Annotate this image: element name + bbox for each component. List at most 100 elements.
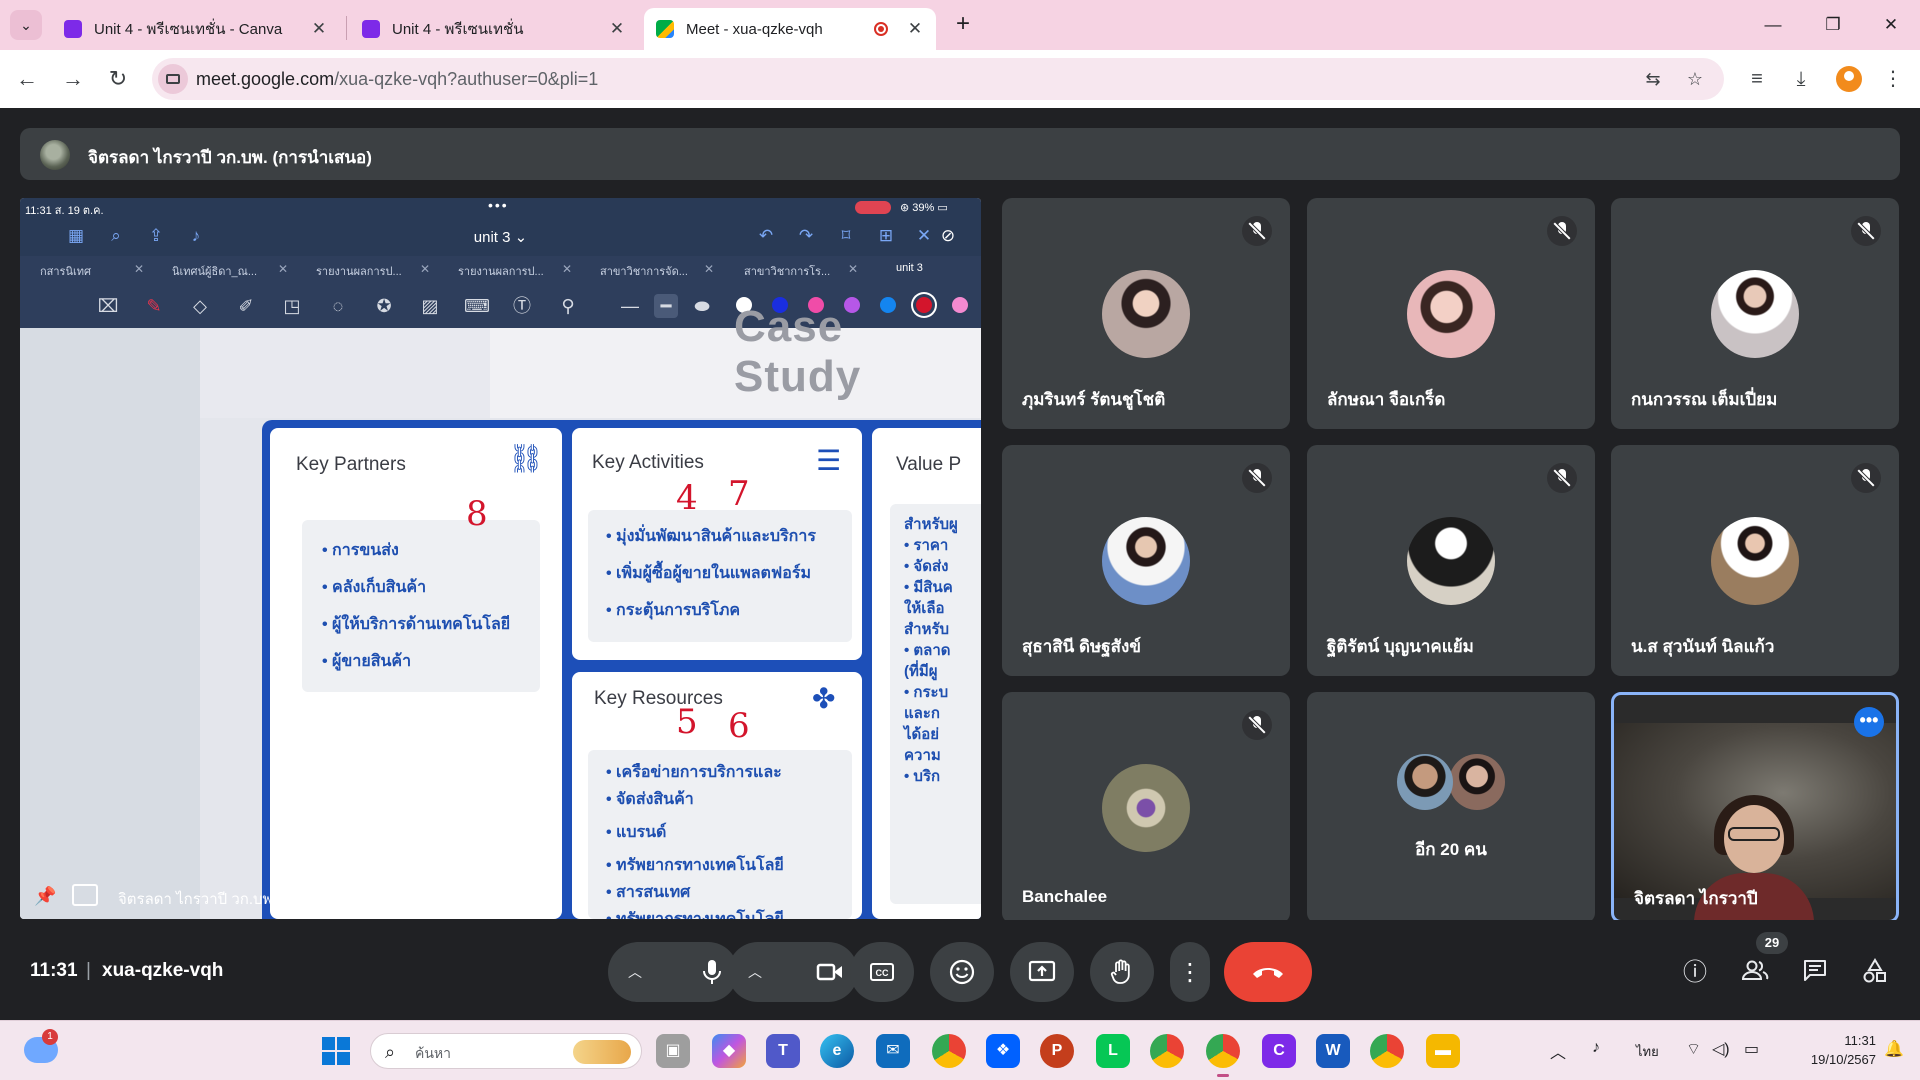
chrome-icon[interactable] [1370,1034,1404,1068]
wifi-icon[interactable]: ⌔ [1686,1039,1701,1059]
download-icon[interactable]: ⤓ [1788,66,1814,92]
chevron-up-icon[interactable]: ︿ [748,962,762,982]
puzzle-icon: ✤ [812,683,836,714]
participant-tile[interactable]: ภุมรินทร์ รัตนชูโชติ [1002,198,1290,429]
raise-hand-button[interactable] [1090,942,1154,1002]
minimize-icon[interactable]: — [1750,10,1796,40]
avatar [1102,270,1190,358]
slide-canvas: Case Study Key Partners ⛓ การขนส่ง คลังเ… [20,302,981,919]
system-clock[interactable]: 11:31 19/10/2567 [1786,1031,1876,1069]
back-icon[interactable]: ← [10,62,44,96]
chrome-icon[interactable] [932,1034,966,1068]
participant-name: จิตรลดา ไกรวาปี [1634,889,1758,908]
list-item: • ตลาด [904,642,951,659]
line-icon[interactable]: L [1096,1034,1130,1068]
teams-icon[interactable]: T [766,1034,800,1068]
more-options-button[interactable]: ⋮ [1170,942,1210,1002]
chevron-up-icon[interactable]: ︿ [628,962,642,982]
microphone-control[interactable]: ︿ [608,942,738,1002]
leave-call-button[interactable] [1224,942,1312,1002]
browser-toolbar: ← → ↻ meet.google.com/xua-qzke-vqh?authu… [0,50,1920,108]
canva-icon[interactable]: C [1262,1034,1296,1068]
reactions-button[interactable] [930,942,994,1002]
profile-avatar[interactable] [1836,66,1862,92]
task-view-icon[interactable]: ▣ [656,1034,690,1068]
chrome-menu-icon[interactable]: ⋮ [1880,66,1906,92]
media-controls-icon[interactable]: ≡ [1744,66,1770,92]
participant-tile[interactable]: กนกวรรณ เต็มเปี่ยม [1611,198,1899,429]
pop-out-icon[interactable] [72,884,98,906]
battery-label: ⊛ 39% ▭ [900,202,948,214]
tab-search-dropdown-icon[interactable]: ⌄ [10,10,42,40]
start-button[interactable] [322,1037,350,1065]
captions-button[interactable]: CC [850,942,914,1002]
chat-icon[interactable] [1800,958,1830,988]
close-icon[interactable]: ✕ [906,19,924,39]
participant-tile[interactable]: สุธาสินี ดิษฐสังข์ [1002,445,1290,676]
notifications-icon[interactable]: 🔔 [1884,1039,1904,1059]
word-icon[interactable]: W [1316,1034,1350,1068]
chrome-icon[interactable] [1206,1034,1240,1077]
participant-tile[interactable]: Banchalee [1002,692,1290,923]
people-icon[interactable] [1740,958,1770,988]
restore-icon[interactable]: ❐ [1810,10,1856,40]
address-bar[interactable]: meet.google.com/xua-qzke-vqh?authuser=0&… [152,58,1724,100]
activities-icon[interactable] [1860,958,1890,988]
mic-off-icon [1242,710,1272,740]
forward-icon[interactable]: → [56,62,90,96]
taskbar-search[interactable]: ⌕ ค้นหา [370,1033,642,1069]
slide-side-panel [20,328,200,919]
tab-separator [346,16,347,40]
battery-icon[interactable]: ▭ [1744,1039,1759,1059]
avatar [40,140,70,170]
mail-icon[interactable]: ✉ [876,1034,910,1068]
input-language[interactable]: ไทย [1636,1041,1659,1062]
self-video-tile[interactable]: ••• จิตรลดา ไกรวาปี [1611,692,1899,923]
microphone-icon[interactable]: ♪ [1592,1039,1600,1057]
meeting-control-bar: 11:31 | xua-qzke-vqh ︿ ︿ CC ⋮ ⓘ 29 [0,920,1920,1020]
notes-tab: นิเทศน์ผู้ธิดา_ณ... [172,266,258,278]
camera-control[interactable]: ︿ [728,942,858,1002]
translate-icon[interactable]: ⇆ [1642,68,1664,90]
meeting-info-icon[interactable]: ⓘ [1680,958,1710,988]
site-info-icon[interactable] [158,64,188,94]
volume-icon[interactable]: ◁) [1712,1039,1730,1059]
others-tile[interactable]: อีก 20 คน [1307,692,1595,923]
recording-icon [874,22,888,36]
microphone-icon [703,960,721,984]
undo-icon: ↶ [758,226,774,245]
tab-canva-2[interactable]: Unit 4 - พรีเซนเทชั่น ✕ [350,8,638,50]
present-screen-button[interactable] [1010,942,1074,1002]
participant-tile[interactable]: ฐิติรัตน์ บุญนาคแย้ม [1307,445,1595,676]
participant-tile[interactable]: น.ส สุวนันท์ นิลแก้ว [1611,445,1899,676]
chrome-icon[interactable] [1150,1034,1184,1068]
close-icon[interactable]: ✕ [310,19,328,39]
lasso-icon: ◌ [332,296,344,316]
screen-record-icon [855,201,891,214]
chevron-up-icon[interactable]: ︿ [1550,1039,1566,1063]
slide-heading: Case Study [734,302,862,401]
tab-meet[interactable]: Meet - xua-qzke-vqh ✕ [644,8,936,50]
participant-name: ภุมรินทร์ รัตนชูโชติ [1022,390,1166,409]
list-item: เพิ่มผู้ซื้อผู้ขายในแพลตฟอร์ม [606,561,852,586]
copilot-icon[interactable]: ◆ [712,1034,746,1068]
mic-off-icon [1851,216,1881,246]
window-close-icon[interactable]: ✕ [1868,10,1914,40]
tab-canva-1[interactable]: Unit 4 - พรีเซนเทชั่น - Canva ✕ [52,8,340,50]
participant-tile[interactable]: ลักษณา จือเกร็ด [1307,198,1595,429]
url-text[interactable]: meet.google.com/xua-qzke-vqh?authuser=0&… [196,69,598,90]
close-icon[interactable]: ✕ [608,19,626,39]
notes-tab: กสารนิเทศ [40,266,91,278]
pin-icon[interactable]: 📌 [34,886,56,907]
powerpoint-icon[interactable]: P [1040,1034,1074,1068]
value-proposition-list: สำหรับผู • ราคา • จัดส่ง • มีสินค ให้เลื… [890,504,981,904]
file-explorer-icon[interactable]: ▬ [1426,1034,1460,1068]
bookmark-star-icon[interactable]: ☆ [1684,68,1706,90]
more-options-icon[interactable]: ••• [1854,707,1884,737]
reload-icon[interactable]: ↻ [101,62,135,96]
keyboard-icon: ⌨ [464,296,490,316]
new-tab-button[interactable]: + [950,12,976,38]
svg-text:CC: CC [876,968,889,978]
dropbox-icon[interactable]: ❖ [986,1034,1020,1068]
edge-icon[interactable]: e [820,1034,854,1068]
